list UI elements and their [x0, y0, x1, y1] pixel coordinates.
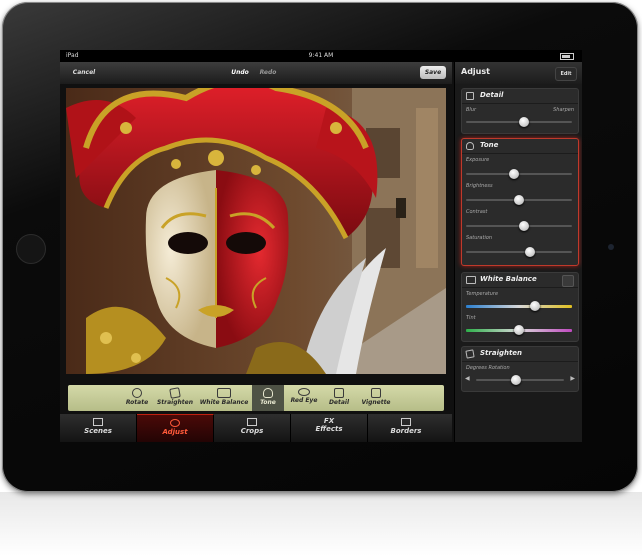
tool-label: Vignette: [361, 399, 391, 406]
adjust-panel: Adjust Edit Detail Blur Sharpen Tone Exp…: [454, 62, 582, 442]
tool-label: White Balance: [199, 399, 249, 406]
tone-icon: [466, 142, 474, 150]
section-title: White Balance: [480, 275, 537, 283]
device-reflection: [0, 492, 642, 556]
tool-straighten[interactable]: Straighten: [154, 385, 196, 411]
crops-icon: [247, 418, 257, 426]
rotate-left-icon[interactable]: ◀: [465, 375, 470, 382]
section-title: Detail: [480, 91, 504, 99]
detail-slider[interactable]: [519, 117, 530, 127]
red-eye-icon: [298, 388, 310, 396]
degrees-rotation-label: Degrees Rotation: [466, 365, 510, 371]
borders-icon: [401, 418, 411, 426]
temperature-track: [466, 305, 572, 308]
adjust-icon: [170, 419, 180, 427]
tone-section: Tone Exposure Brightness Contrast Satura…: [461, 138, 579, 266]
status-time: 9:41 AM: [308, 52, 334, 59]
temperature-label: Temperature: [466, 291, 499, 297]
tool-tone[interactable]: Tone: [252, 385, 284, 411]
tab-crops[interactable]: Crops: [214, 414, 291, 442]
contrast-slider[interactable]: [519, 221, 530, 231]
tone-icon: [263, 388, 273, 398]
temperature-slider[interactable]: [529, 301, 540, 311]
straighten-slider[interactable]: [510, 375, 521, 385]
tab-label: Borders: [390, 427, 422, 435]
contrast-label: Contrast: [466, 209, 488, 215]
tab-borders[interactable]: Borders: [368, 414, 444, 442]
tool-detail[interactable]: Detail: [324, 385, 354, 411]
straighten-icon: [465, 349, 475, 359]
rotate-right-icon[interactable]: ▶: [570, 375, 575, 382]
tool-label: Detail: [328, 399, 350, 406]
tool-label: Red Eye: [290, 397, 318, 404]
exposure-slider[interactable]: [508, 169, 519, 179]
saturation-slider[interactable]: [524, 247, 535, 257]
photo-canvas[interactable]: [66, 88, 446, 374]
white-balance-section: White Balance Temperature Tint: [461, 272, 579, 342]
exposure-track: [466, 173, 572, 175]
masquerade-photo: [66, 88, 446, 374]
tool-rotate[interactable]: Rotate: [122, 385, 152, 411]
tab-adjust[interactable]: Adjust: [137, 414, 214, 442]
cancel-button[interactable]: Cancel: [68, 66, 100, 79]
tab-label: Effects: [315, 425, 343, 433]
tab-label: Crops: [240, 427, 264, 435]
tool-red-eye[interactable]: Red Eye: [288, 385, 320, 411]
adjust-tool-strip: Rotate Straighten White Balance Tone Red…: [68, 385, 444, 411]
tab-effects[interactable]: FX Effects: [291, 414, 368, 442]
camera-lens: [608, 244, 614, 250]
edit-button[interactable]: Edit: [555, 67, 577, 81]
detail-icon: [334, 388, 344, 398]
straighten-section: Straighten Degrees Rotation ◀ ▶: [461, 346, 579, 392]
status-bar: iPad 9:41 AM: [60, 50, 582, 62]
sharpen-label: Sharpen: [553, 107, 574, 113]
tool-label: Straighten: [156, 399, 194, 406]
white-balance-icon: [217, 388, 231, 398]
app-screen: iPad 9:41 AM Cancel Undo Redo Save Rotat…: [60, 50, 582, 442]
straighten-icon: [169, 387, 181, 399]
panel-title: Adjust: [461, 67, 490, 76]
white-balance-icon: [466, 276, 476, 284]
tab-scenes[interactable]: Scenes: [60, 414, 137, 442]
detail-section: Detail Blur Sharpen: [461, 88, 579, 134]
tool-label: Rotate: [125, 399, 149, 406]
section-title: Tone: [480, 141, 499, 149]
brightness-label: Brightness: [466, 183, 493, 189]
redo-button[interactable]: Redo: [256, 66, 280, 79]
section-title: Straighten: [480, 349, 523, 357]
save-button[interactable]: Save: [420, 66, 446, 79]
battery-icon: [560, 53, 574, 60]
blur-label: Blur: [466, 107, 477, 113]
tab-label: Adjust: [162, 428, 188, 436]
tint-label: Tint: [466, 315, 476, 321]
tab-label: Scenes: [84, 427, 112, 435]
brightness-slider[interactable]: [514, 195, 524, 205]
home-button[interactable]: [16, 234, 46, 264]
tool-label: Tone: [260, 399, 276, 406]
rotate-icon: [132, 388, 142, 398]
bottom-tab-bar: Scenes Adjust Crops FX Effects Borders: [60, 414, 452, 442]
effects-icon: FX: [323, 417, 335, 425]
panel-header: Adjust Edit: [455, 62, 582, 84]
ipad-device: iPad 9:41 AM Cancel Undo Redo Save Rotat…: [2, 2, 638, 492]
vignette-icon: [371, 388, 381, 398]
eyedropper-icon[interactable]: [562, 275, 574, 287]
exposure-label: Exposure: [466, 157, 490, 163]
saturation-label: Saturation: [466, 235, 493, 241]
tint-slider[interactable]: [514, 325, 524, 335]
detail-icon: [466, 92, 474, 100]
tool-white-balance[interactable]: White Balance: [198, 385, 250, 411]
saturation-track: [466, 251, 572, 253]
undo-button[interactable]: Undo: [228, 66, 252, 79]
editor-toolbar: Cancel Undo Redo Save: [60, 62, 452, 84]
tool-vignette[interactable]: Vignette: [358, 385, 394, 411]
scenes-icon: [93, 418, 103, 426]
